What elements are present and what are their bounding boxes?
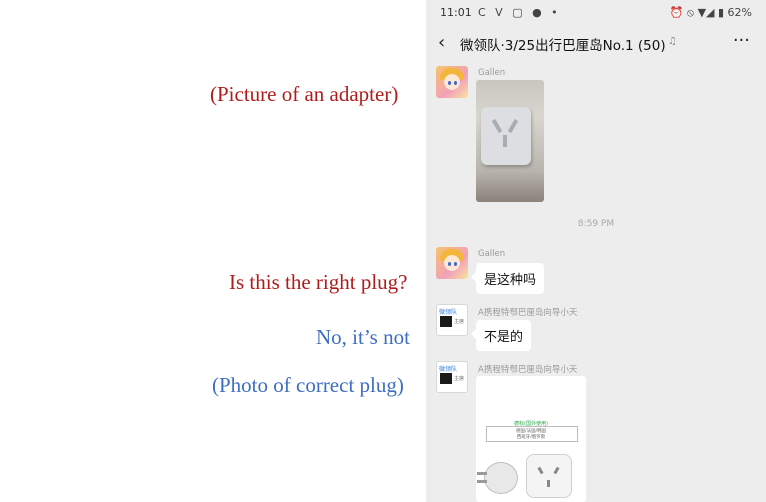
chat-title: 微领队·3/25出行巴厘岛No.1 (50) [460,38,666,54]
avatar-guide[interactable]: 微领队 主席 [436,361,468,393]
avatar-picture [440,316,452,327]
annotation-right-plug-question: Is this the right plug? [229,270,408,294]
sender-name: Gallen [478,249,506,259]
message-bubble[interactable]: 不是的 [470,320,532,351]
annotation-adapter-picture: (Picture of an adapter) [210,82,399,106]
status-bar: 11:01 Ⅽ V ▢ ● • ⏰ ⦸ ▼◢ ▮ 62% [426,0,766,24]
socket-hole [547,480,550,487]
avatar-face [444,255,460,271]
phone-screen: 11:01 Ⅽ V ▢ ● • ⏰ ⦸ ▼◢ ▮ 62% ‹ 微领队·3/25出… [426,0,766,502]
avatar-tag: 主席 [454,319,465,325]
back-arrow-icon[interactable]: ‹ [438,32,445,53]
sender-name: A携程特郀巴厘岛向导小天 [478,308,578,318]
avatar-eye-right [454,262,457,266]
notification-icons: Ⅽ V ▢ ● • [478,6,561,19]
plug-prong [477,480,487,483]
avatar-tag: 主席 [454,376,465,382]
message-timestamp: 8:59 PM [577,219,615,229]
adapter-pin [503,135,507,147]
sender-name: A携程特郀巴厘岛向导小天 [478,365,578,375]
avatar-logo-text: 微领队 [439,309,458,316]
adapter-body [481,107,531,165]
message-bubble[interactable]: 是这种吗 [470,263,545,294]
adapter-photo[interactable] [476,80,544,202]
plug-prong [477,472,487,475]
socket-hole [537,466,544,475]
socket-adapter [526,454,572,498]
system-icons: ⏰ ⦸ ▼◢ ▮ 62% [669,6,752,19]
chat-header: ‹ 微领队·3/25出行巴厘岛No.1 (50) ♫ ··· [426,26,766,60]
socket-hole [553,466,560,475]
avatar-eye-left [448,262,451,266]
annotation-not-answer: No, it’s not [316,325,410,349]
avatar-gallen[interactable] [436,66,468,98]
annotation-correct-plug-photo: (Photo of correct plug) [212,373,404,397]
avatar-gallen[interactable] [436,247,468,279]
avatar-logo-text: 微领队 [439,366,458,373]
avatar-picture [440,373,452,384]
status-time: 11:01 [440,6,472,19]
avatar-eye-right [454,81,457,85]
sender-name: Gallen [478,68,506,78]
adapter-pin [507,118,519,134]
mute-icon: ♫ [668,36,677,47]
more-options-icon[interactable]: ··· [733,30,750,51]
adapter-pin [491,118,503,134]
avatar-eye-left [448,81,451,85]
correct-plug-photo[interactable]: 德标(国外使用) 德国/法国/韩国 西班牙/俄罗斯 [476,376,586,502]
plug-photo-countries: 西班牙/俄罗斯 [516,435,546,440]
avatar-guide[interactable]: 微领队 主席 [436,304,468,336]
avatar-face [444,74,460,90]
plug-head [477,462,518,494]
